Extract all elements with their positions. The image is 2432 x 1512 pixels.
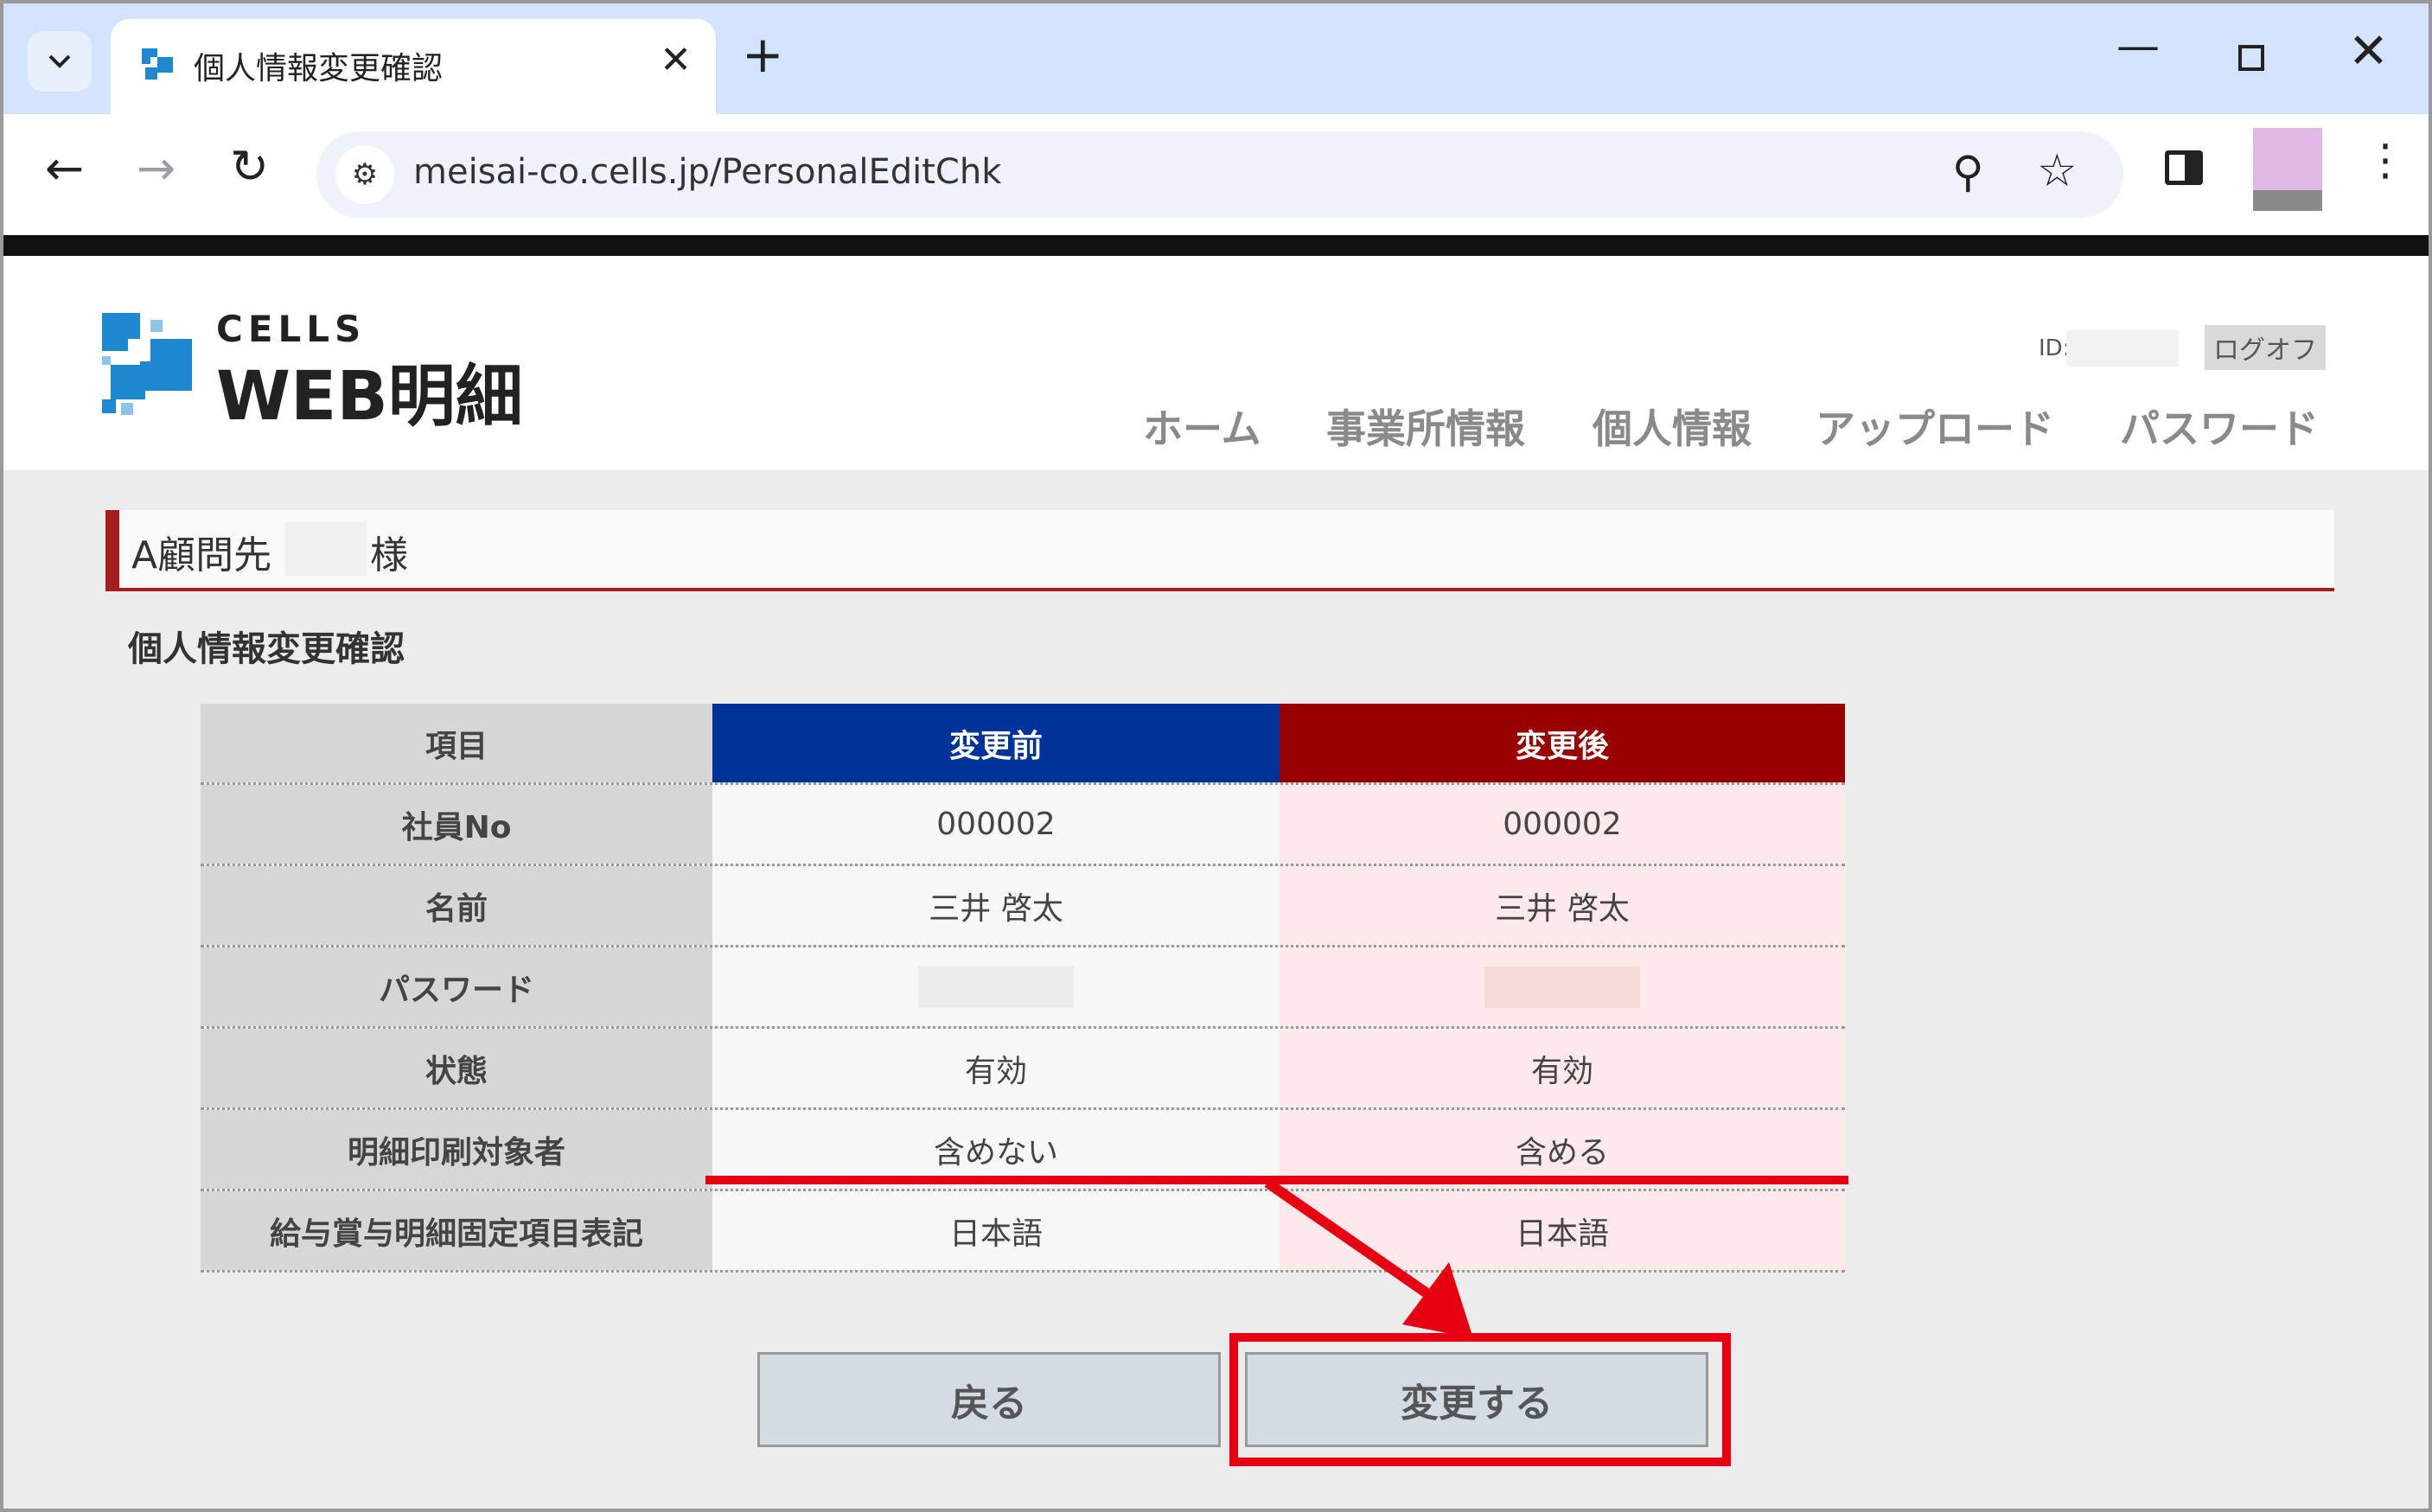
page-title: 個人情報変更確認 xyxy=(128,629,405,669)
address-bar[interactable]: ⚙ meisai-co.cells.jp/PersonalEditChk ⚲ ☆ xyxy=(316,131,2123,218)
table-header-row: 項目 変更前 変更後 xyxy=(201,704,1845,785)
nav-password[interactable]: パスワード xyxy=(2120,398,2319,455)
row-label: 状態 xyxy=(201,1029,712,1107)
header-item: 項目 xyxy=(201,704,712,782)
row-label: 給与賞与明細固定項目表記 xyxy=(201,1191,712,1270)
table-row: 社員No 000002 000002 xyxy=(201,785,1845,866)
forward-arrow-icon[interactable]: → xyxy=(137,145,176,192)
annotation-underline xyxy=(705,1176,1848,1184)
header-before: 変更前 xyxy=(712,704,1280,782)
before-value: 三井 啓太 xyxy=(712,866,1280,945)
redacted-block xyxy=(918,966,1074,1008)
profile-avatar[interactable] xyxy=(2253,128,2322,211)
row-label: 社員No xyxy=(201,785,712,864)
logoff-button[interactable]: ログオフ xyxy=(2205,325,2326,370)
client-name-bar xyxy=(105,510,2334,591)
cells-favicon-icon xyxy=(142,48,173,80)
after-value: 有効 xyxy=(1280,1029,1845,1107)
url-text[interactable]: meisai-co.cells.jp/PersonalEditChk xyxy=(413,152,1001,192)
zoom-icon[interactable]: ⚲ xyxy=(1952,147,1984,197)
browser-tab-strip: 個人情報変更確認 ✕ + — ✕ xyxy=(3,3,2429,116)
table-row: パスワード xyxy=(201,947,1845,1029)
back-button[interactable]: 戻る xyxy=(757,1352,1221,1447)
after-value: 000002 xyxy=(1280,785,1845,864)
logo-web-meisai-text: WEB明細 xyxy=(216,358,523,436)
reload-icon[interactable]: ↻ xyxy=(230,144,269,190)
nav-office-info[interactable]: 事業所情報 xyxy=(1326,398,1525,455)
browser-toolbar: ← → ↻ ⚙ meisai-co.cells.jp/PersonalEditC… xyxy=(3,114,2429,235)
annotation-highlight-box xyxy=(1229,1333,1731,1466)
window-close-button[interactable]: ✕ xyxy=(2348,28,2389,76)
client-honorific: 様 xyxy=(370,533,408,577)
client-name-masked xyxy=(285,522,367,576)
before-password-masked xyxy=(712,947,1280,1026)
after-value: 三井 啓太 xyxy=(1280,866,1845,945)
tab-title: 個人情報変更確認 xyxy=(194,51,444,86)
row-label: 名前 xyxy=(201,866,712,945)
after-password-masked xyxy=(1280,947,1845,1026)
back-arrow-icon[interactable]: ← xyxy=(45,145,84,192)
nav-home[interactable]: ホーム xyxy=(1143,398,1261,455)
maximize-button[interactable] xyxy=(2238,45,2264,71)
before-value: 日本語 xyxy=(712,1191,1280,1270)
before-value: 有効 xyxy=(712,1029,1280,1107)
browser-tab-active[interactable]: 個人情報変更確認 ✕ xyxy=(111,19,716,116)
table-row: 給与賞与明細固定項目表記 日本語 日本語 xyxy=(201,1191,1845,1273)
cells-logo-icon[interactable] xyxy=(102,313,202,420)
client-name: A顧問先 xyxy=(131,533,272,577)
page-top-border xyxy=(3,235,2429,256)
site-header: CELLS WEB明細 ID: ログオフ ホーム 事業所情報 個人情報 アップロ… xyxy=(3,256,2429,470)
site-info-icon[interactable]: ⚙ xyxy=(335,145,394,204)
chevron-down-icon xyxy=(48,54,71,68)
redacted-block xyxy=(1484,966,1640,1008)
side-panel-icon[interactable] xyxy=(2165,150,2203,185)
header-after: 変更後 xyxy=(1280,704,1845,782)
row-label: パスワード xyxy=(201,947,712,1026)
minimize-button[interactable]: — xyxy=(2116,21,2160,71)
screenshot-frame: 個人情報変更確認 ✕ + — ✕ ← → ↻ ⚙ meisai-co.cells… xyxy=(0,0,2432,1512)
row-label: 明細印刷対象者 xyxy=(201,1110,712,1189)
tab-close-icon[interactable]: ✕ xyxy=(660,41,692,80)
before-value: 000002 xyxy=(712,785,1280,864)
after-value: 日本語 xyxy=(1280,1191,1845,1270)
nav-upload[interactable]: アップロード xyxy=(1816,398,2054,455)
tab-search-button[interactable] xyxy=(28,31,92,92)
nav-personal-info[interactable]: 個人情報 xyxy=(1593,398,1752,455)
menu-kebab-icon[interactable]: ⋮ xyxy=(2364,138,2407,182)
user-id-value-masked xyxy=(2066,330,2179,367)
bookmark-star-icon[interactable]: ☆ xyxy=(2037,145,2078,197)
user-id-label: ID: xyxy=(2039,335,2071,361)
table-row: 名前 三井 啓太 三井 啓太 xyxy=(201,866,1845,947)
table-row: 状態 有効 有効 xyxy=(201,1029,1845,1110)
new-tab-button[interactable]: + xyxy=(742,29,784,80)
